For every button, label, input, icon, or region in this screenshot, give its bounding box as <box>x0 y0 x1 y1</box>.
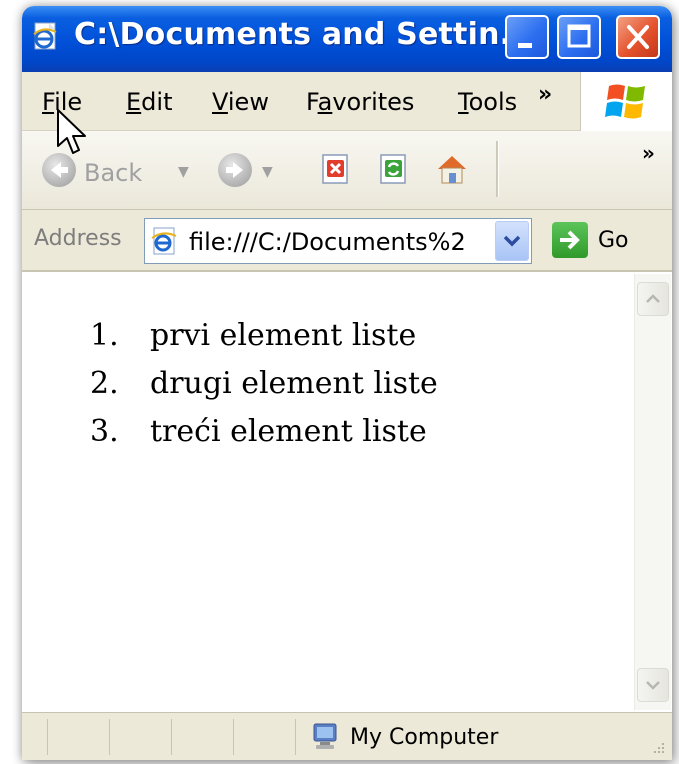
stop-icon[interactable] <box>318 151 354 187</box>
back-dropdown-arrow[interactable]: ▼ <box>178 164 189 180</box>
list-item: 2. drugi element liste <box>90 360 438 408</box>
title-bar[interactable]: C:\Documents and Settin... <box>22 6 672 72</box>
menu-tools-label-rest: ools <box>468 88 518 116</box>
list-item-number: 1. <box>90 318 119 353</box>
close-button[interactable] <box>616 15 660 59</box>
standard-toolbar: Back ▼ ▼ » <box>22 131 672 210</box>
list-item-number: 2. <box>90 366 119 401</box>
menu-favorites-label-start: F <box>306 88 318 116</box>
vertical-scrollbar[interactable] <box>634 274 671 710</box>
close-icon <box>627 25 649 49</box>
menu-edit-label-rest: dit <box>141 88 173 116</box>
menu-overflow-chevron[interactable]: » <box>538 82 552 107</box>
back-arrow-icon <box>51 162 68 178</box>
address-dropdown-button[interactable] <box>495 221 529 261</box>
ie-page-icon <box>151 227 177 255</box>
menu-view-label-rest: iew <box>227 88 269 116</box>
go-button[interactable] <box>552 222 588 258</box>
maximize-button[interactable] <box>557 15 601 59</box>
address-label: Address <box>34 226 122 251</box>
mouse-cursor-icon <box>57 109 86 154</box>
scroll-down-button[interactable] <box>637 668 669 702</box>
back-label[interactable]: Back <box>84 159 142 187</box>
menu-view-accel: V <box>212 88 228 116</box>
forward-dropdown-arrow[interactable]: ▼ <box>262 164 273 180</box>
maximize-icon <box>567 24 591 48</box>
status-bar: My Computer <box>22 712 672 760</box>
ordered-list: 1. prvi element liste 2. drugi element lis… <box>90 312 438 456</box>
scroll-up-button[interactable] <box>637 282 669 316</box>
toolbar-separator <box>496 141 499 197</box>
list-item-text: drugi element liste <box>150 366 438 401</box>
browser-window: C:\Documents and Settin... File Edit Vie… <box>22 6 672 760</box>
menu-tools-accel: T <box>458 88 469 116</box>
address-value: file:///C:/Documents%2 <box>189 228 466 256</box>
toolbar-overflow-chevron[interactable]: » <box>642 141 655 165</box>
menu-file-accel: F <box>42 88 55 116</box>
minimize-icon <box>518 43 532 48</box>
forward-button[interactable] <box>218 153 252 187</box>
windows-logo-icon <box>605 84 645 119</box>
go-arrow-icon <box>560 230 580 250</box>
address-input[interactable]: file:///C:/Documents%2 <box>144 218 532 264</box>
menu-edit-accel: E <box>126 88 142 116</box>
status-pane <box>234 719 296 755</box>
menu-favorites-accel: a <box>317 88 333 116</box>
resize-grip-icon[interactable] <box>652 741 666 755</box>
ie-page-icon <box>33 22 57 50</box>
menu-edit[interactable]: Edit <box>126 88 172 116</box>
minimize-button[interactable] <box>505 15 549 59</box>
address-bar: Address file:///C:/Documents%2 Go <box>22 210 672 272</box>
back-button[interactable] <box>42 153 76 187</box>
page-content: 1. prvi element liste 2. drugi element lis… <box>22 272 672 712</box>
chevron-up-icon <box>646 294 660 303</box>
menu-tools[interactable]: Tools <box>458 88 517 116</box>
list-item-number: 3. <box>90 414 119 449</box>
refresh-icon[interactable] <box>376 151 412 187</box>
menu-bar: File Edit View Favorites Tools » <box>22 72 672 131</box>
menu-favorites[interactable]: Favorites <box>306 88 414 116</box>
my-computer-icon <box>313 723 337 749</box>
security-zone-label: My Computer <box>350 725 499 750</box>
window-title: C:\Documents and Settin... <box>74 17 535 52</box>
windows-logo-box <box>580 72 672 132</box>
status-pane <box>22 719 48 755</box>
status-pane <box>110 719 172 755</box>
status-pane <box>172 719 234 755</box>
chevron-down-icon <box>646 681 660 690</box>
home-icon[interactable] <box>434 151 470 187</box>
menu-favorites-label-rest: vorites <box>332 88 415 116</box>
chevron-down-icon <box>503 235 521 247</box>
list-item: 1. prvi element liste <box>90 312 438 360</box>
go-label[interactable]: Go <box>598 228 629 253</box>
list-item-text: prvi element liste <box>150 318 417 353</box>
menu-view[interactable]: View <box>212 88 269 116</box>
list-item-text: treći element liste <box>150 414 427 449</box>
status-pane <box>48 719 110 755</box>
list-item: 3. treći element liste <box>90 408 438 456</box>
forward-arrow-icon <box>226 162 243 178</box>
